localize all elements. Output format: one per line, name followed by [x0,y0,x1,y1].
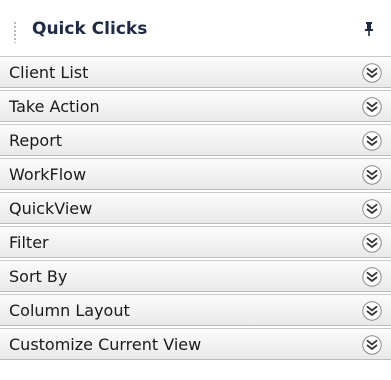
panel-title: Quick Clicks [32,19,148,39]
double-chevron-down-icon[interactable] [361,232,383,254]
section-workflow[interactable]: WorkFlow [0,158,391,190]
section-quickview[interactable]: QuickView [0,192,391,224]
section-customize-current-view[interactable]: Customize Current View [0,328,391,360]
double-chevron-down-icon[interactable] [361,198,383,220]
section-sort-by[interactable]: Sort By [0,260,391,292]
double-chevron-down-icon[interactable] [361,164,383,186]
section-label: Sort By [9,267,68,286]
section-report[interactable]: Report [0,124,391,156]
double-chevron-down-icon[interactable] [361,130,383,152]
drag-grip-icon[interactable] [14,21,16,43]
double-chevron-down-icon[interactable] [361,96,383,118]
double-chevron-down-icon[interactable] [361,62,383,84]
section-take-action[interactable]: Take Action [0,90,391,122]
quick-clicks-list: Client List Take Action Report WorkFlow … [0,56,391,362]
double-chevron-down-icon[interactable] [361,300,383,322]
section-label: Filter [9,233,49,252]
section-label: Client List [9,63,89,82]
panel-header: Quick Clicks [0,0,391,56]
section-label: Take Action [9,97,100,116]
pin-icon[interactable] [364,21,374,37]
section-label: Customize Current View [9,335,202,354]
double-chevron-down-icon[interactable] [361,266,383,288]
section-client-list[interactable]: Client List [0,56,391,88]
section-label: Column Layout [9,301,130,320]
quick-clicks-panel: Quick Clicks Client List Take Action Rep… [0,0,391,380]
section-label: QuickView [9,199,93,218]
section-label: Report [9,131,63,150]
section-filter[interactable]: Filter [0,226,391,258]
section-label: WorkFlow [9,165,87,184]
double-chevron-down-icon[interactable] [361,334,383,356]
section-column-layout[interactable]: Column Layout [0,294,391,326]
